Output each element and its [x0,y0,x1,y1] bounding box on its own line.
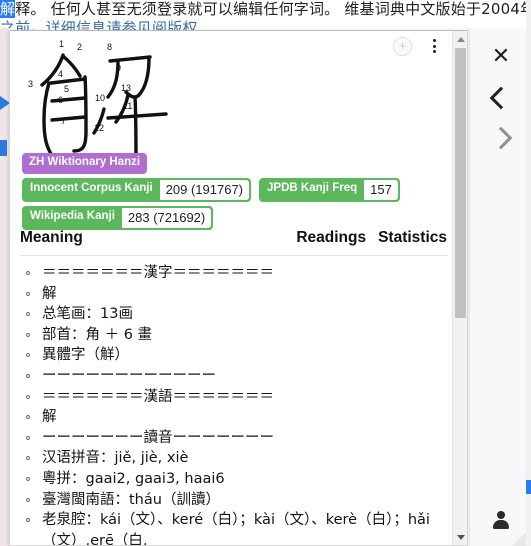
scroll-down-arrow-icon[interactable] [453,529,467,545]
more-options-icon[interactable] [425,35,443,57]
svg-text:11: 11 [123,101,132,111]
page-scrollbar-thumb[interactable] [526,480,531,494]
badge-value: 157 [364,178,399,201]
add-icon[interactable]: + [393,37,412,56]
tab-meaning[interactable]: Meaning [20,229,83,247]
list-item: 粵拼：gaai2, gaai3, haai6 [20,469,452,490]
selected-hanzi[interactable]: 解 [0,0,16,18]
previous-button[interactable] [470,78,531,118]
svg-text:2: 2 [77,42,82,52]
badge-label: Wikipedia Kanji [30,210,115,223]
list-item: 汉语拼音：jiě, jiè, xiè [20,448,452,469]
list-item: ＝＝＝＝＝＝＝漢語＝＝＝＝＝＝＝ [20,387,452,408]
badge-label: Innocent Corpus Kanji [30,182,153,195]
svg-text:3: 3 [28,79,33,89]
kanji-glyph-svg: 1 2 3 4 5 6 7 8 9 10 11 12 13 [28,39,168,165]
badge-label: JPDB Kanji Freq [267,182,358,195]
list-item: 臺灣閩南語：tháu（訓讀） [20,490,452,511]
tab-statistics[interactable]: Statistics [378,229,447,247]
tabs-divider [20,255,448,256]
close-button[interactable]: ✕ [470,36,531,76]
kanji-stroke-diagram: 1 2 3 4 5 6 7 8 9 10 11 12 13 [22,35,202,170]
badge-value: 283 (721692) [121,206,213,229]
list-item: 老泉腔：kái（文）、keré（白）；kài（文）、kerè（白）；hǎi（文）… [20,510,452,545]
list-item: 总笔画：13画 [20,304,452,325]
svg-text:4: 4 [58,69,63,79]
svg-text:5: 5 [64,84,69,94]
badge-row-1: ZH Wiktionary Hanzi [22,153,452,174]
badge-wikipedia-kanji[interactable]: Wikipedia Kanji 283 (721692) [22,205,214,230]
screen-root: 解释。 任何人甚至无须登录就可以编辑任何字词。 维基词典中文版始于2004年5月… [0,0,531,546]
list-item: ーーーーーーー讀音ーーーーーーー [20,428,452,449]
svg-text:7: 7 [61,116,66,126]
badge-value: 209 (191767) [159,178,251,201]
list-item: ＝＝＝＝＝＝＝漢字＝＝＝＝＝＝＝ [20,263,452,284]
svg-text:9: 9 [116,63,121,73]
list-item: 異體字（觧） [20,345,452,366]
badge-label: ZH Wiktionary Hanzi [29,156,141,168]
list-item: 解 [20,407,452,428]
close-icon: ✕ [491,43,511,68]
left-page-highlight [0,140,7,156]
badge-list: ZH Wiktionary Hanzi Innocent Corpus Kanj… [22,153,452,234]
popup-scrollbar[interactable] [452,31,467,545]
chevron-left-icon [489,86,513,110]
svg-text:12: 12 [94,123,104,133]
background-text-line-1-rest: 释。 任何人甚至无须登录就可以编辑任何字词。 维基词典中文版始于2004年5月 [15,0,531,18]
svg-text:6: 6 [58,95,63,105]
scrollbar-thumb[interactable] [455,48,466,318]
popup-tabs: Meaning Readings Statistics [20,229,447,247]
badge-innocent-corpus-kanji[interactable]: Innocent Corpus Kanji 209 (191767) [22,177,252,202]
svg-text:13: 13 [121,83,131,93]
list-item: 解 [20,284,452,305]
scroll-up-arrow-icon[interactable] [453,31,467,47]
meaning-content-area: ＝＝＝＝＝＝＝漢字＝＝＝＝＝＝＝ 解 总笔画：13画 部首：角 ＋ 6 畫 異體… [20,263,452,545]
badge-zh-wiktionary-hanzi[interactable]: ZH Wiktionary Hanzi [22,153,148,174]
svg-text:10: 10 [95,93,105,103]
badge-row-2: Innocent Corpus Kanji 209 (191767) JPDB … [22,177,452,202]
corner-resize-handle[interactable] [512,532,526,546]
next-button[interactable] [470,118,531,158]
list-item: ーーーーーーーーーーーー [20,366,452,387]
chevron-right-icon [489,126,513,150]
person-icon [492,511,510,529]
kanji-popup-panel: + 1 2 3 4 5 6 7 8 9 10 11 12 13 ZH Wikti… [9,30,468,546]
tab-readings[interactable]: Readings [296,229,366,247]
svg-text:1: 1 [59,39,64,49]
list-item: 部首：角 ＋ 6 畫 [20,325,452,346]
page-scrollbar[interactable] [526,0,531,546]
side-rail: ✕ [469,28,531,546]
badge-jpdb-kanji-freq[interactable]: JPDB Kanji Freq 157 [259,177,400,202]
badge-row-3: Wikipedia Kanji 283 (721692) [22,205,452,230]
background-text-line-1: 解释。 任何人甚至无须登录就可以编辑任何字词。 维基词典中文版始于2004年5月 [0,0,531,19]
entry-list: ＝＝＝＝＝＝＝漢字＝＝＝＝＝＝＝ 解 总笔画：13画 部首：角 ＋ 6 畫 異體… [20,263,452,545]
svg-text:8: 8 [107,42,112,52]
